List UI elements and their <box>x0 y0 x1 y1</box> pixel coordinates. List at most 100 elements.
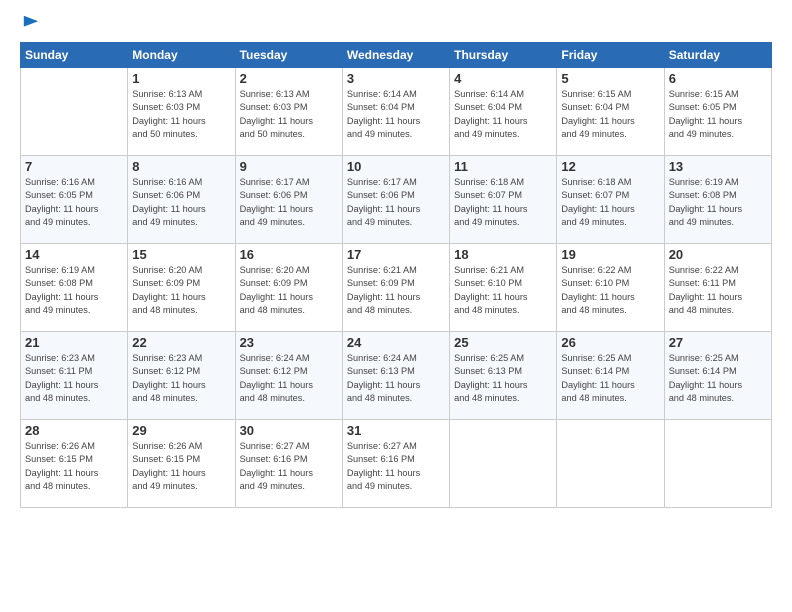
calendar-header-saturday: Saturday <box>664 43 771 68</box>
day-info: Sunrise: 6:26 AM Sunset: 6:15 PM Dayligh… <box>132 440 230 493</box>
day-info: Sunrise: 6:18 AM Sunset: 6:07 PM Dayligh… <box>454 176 552 229</box>
calendar-day-cell: 18 Sunrise: 6:21 AM Sunset: 6:10 PM Dayli… <box>450 244 557 332</box>
day-number: 22 <box>132 335 230 350</box>
day-info: Sunrise: 6:27 AM Sunset: 6:16 PM Dayligh… <box>347 440 445 493</box>
calendar-day-cell: 24 Sunrise: 6:24 AM Sunset: 6:13 PM Dayli… <box>342 332 449 420</box>
day-info: Sunrise: 6:16 AM Sunset: 6:06 PM Dayligh… <box>132 176 230 229</box>
day-number: 28 <box>25 423 123 438</box>
day-info: Sunrise: 6:23 AM Sunset: 6:12 PM Dayligh… <box>132 352 230 405</box>
day-info: Sunrise: 6:25 AM Sunset: 6:13 PM Dayligh… <box>454 352 552 405</box>
day-number: 10 <box>347 159 445 174</box>
calendar-day-cell: 28 Sunrise: 6:26 AM Sunset: 6:15 PM Dayli… <box>21 420 128 508</box>
day-number: 5 <box>561 71 659 86</box>
calendar-day-cell: 17Sunrise: 6:21 AM Sunset: 6:09 PM Dayli… <box>342 244 449 332</box>
calendar-day-cell: 14Sunrise: 6:19 AM Sunset: 6:08 PM Dayli… <box>21 244 128 332</box>
calendar-day-cell: 1 Sunrise: 6:13 AM Sunset: 6:03 PM Daylig… <box>128 68 235 156</box>
day-number: 18 <box>454 247 552 262</box>
day-info: Sunrise: 6:25 AM Sunset: 6:14 PM Dayligh… <box>561 352 659 405</box>
day-info: Sunrise: 6:17 AM Sunset: 6:06 PM Dayligh… <box>347 176 445 229</box>
calendar-header-sunday: Sunday <box>21 43 128 68</box>
day-number: 4 <box>454 71 552 86</box>
day-number: 20 <box>669 247 767 262</box>
calendar-week-row: 7 Sunrise: 6:16 AM Sunset: 6:05 PM Daylig… <box>21 156 772 244</box>
day-number: 14 <box>25 247 123 262</box>
calendar-day-cell: 13 Sunrise: 6:19 AM Sunset: 6:08 PM Dayli… <box>664 156 771 244</box>
calendar-header-friday: Friday <box>557 43 664 68</box>
calendar-day-cell: 10 Sunrise: 6:17 AM Sunset: 6:06 PM Dayli… <box>342 156 449 244</box>
calendar-day-cell: 7 Sunrise: 6:16 AM Sunset: 6:05 PM Daylig… <box>21 156 128 244</box>
day-info: Sunrise: 6:16 AM Sunset: 6:05 PM Dayligh… <box>25 176 123 229</box>
calendar-table: SundayMondayTuesdayWednesdayThursdayFrid… <box>20 42 772 508</box>
day-number: 21 <box>25 335 123 350</box>
day-number: 13 <box>669 159 767 174</box>
calendar-day-cell: 30 Sunrise: 6:27 AM Sunset: 6:16 PM Dayli… <box>235 420 342 508</box>
day-number: 3 <box>347 71 445 86</box>
day-info: Sunrise: 6:14 AM Sunset: 6:04 PM Dayligh… <box>347 88 445 141</box>
day-number: 29 <box>132 423 230 438</box>
day-number: 7 <box>25 159 123 174</box>
calendar-week-row: 21Sunrise: 6:23 AM Sunset: 6:11 PM Dayli… <box>21 332 772 420</box>
calendar-header-wednesday: Wednesday <box>342 43 449 68</box>
day-number: 24 <box>347 335 445 350</box>
day-info: Sunrise: 6:13 AM Sunset: 6:03 PM Dayligh… <box>240 88 338 141</box>
day-number: 30 <box>240 423 338 438</box>
day-info: Sunrise: 6:22 AM Sunset: 6:11 PM Dayligh… <box>669 264 767 317</box>
day-info: Sunrise: 6:18 AM Sunset: 6:07 PM Dayligh… <box>561 176 659 229</box>
day-number: 2 <box>240 71 338 86</box>
calendar-header-tuesday: Tuesday <box>235 43 342 68</box>
day-number: 9 <box>240 159 338 174</box>
day-info: Sunrise: 6:14 AM Sunset: 6:04 PM Dayligh… <box>454 88 552 141</box>
day-number: 23 <box>240 335 338 350</box>
day-number: 27 <box>669 335 767 350</box>
calendar-day-cell: 29 Sunrise: 6:26 AM Sunset: 6:15 PM Dayli… <box>128 420 235 508</box>
day-info: Sunrise: 6:19 AM Sunset: 6:08 PM Dayligh… <box>669 176 767 229</box>
calendar-day-cell: 11 Sunrise: 6:18 AM Sunset: 6:07 PM Dayli… <box>450 156 557 244</box>
logo <box>20 18 40 32</box>
calendar-day-cell: 3 Sunrise: 6:14 AM Sunset: 6:04 PM Daylig… <box>342 68 449 156</box>
day-number: 6 <box>669 71 767 86</box>
day-info: Sunrise: 6:24 AM Sunset: 6:12 PM Dayligh… <box>240 352 338 405</box>
calendar-day-cell: 5 Sunrise: 6:15 AM Sunset: 6:04 PM Daylig… <box>557 68 664 156</box>
calendar-day-cell: 31 Sunrise: 6:27 AM Sunset: 6:16 PM Dayli… <box>342 420 449 508</box>
day-info: Sunrise: 6:26 AM Sunset: 6:15 PM Dayligh… <box>25 440 123 493</box>
day-number: 26 <box>561 335 659 350</box>
day-info: Sunrise: 6:15 AM Sunset: 6:05 PM Dayligh… <box>669 88 767 141</box>
calendar-day-cell: 21Sunrise: 6:23 AM Sunset: 6:11 PM Dayli… <box>21 332 128 420</box>
day-info: Sunrise: 6:22 AM Sunset: 6:10 PM Dayligh… <box>561 264 659 317</box>
header <box>20 18 772 32</box>
day-info: Sunrise: 6:13 AM Sunset: 6:03 PM Dayligh… <box>132 88 230 141</box>
calendar-day-cell <box>450 420 557 508</box>
calendar-day-cell: 12 Sunrise: 6:18 AM Sunset: 6:07 PM Dayli… <box>557 156 664 244</box>
calendar-day-cell: 15 Sunrise: 6:20 AM Sunset: 6:09 PM Dayli… <box>128 244 235 332</box>
day-number: 19 <box>561 247 659 262</box>
day-info: Sunrise: 6:21 AM Sunset: 6:10 PM Dayligh… <box>454 264 552 317</box>
day-number: 31 <box>347 423 445 438</box>
calendar-header-monday: Monday <box>128 43 235 68</box>
calendar-day-cell: 27 Sunrise: 6:25 AM Sunset: 6:14 PM Dayli… <box>664 332 771 420</box>
calendar-header-row: SundayMondayTuesdayWednesdayThursdayFrid… <box>21 43 772 68</box>
day-number: 11 <box>454 159 552 174</box>
page: SundayMondayTuesdayWednesdayThursdayFrid… <box>0 0 792 612</box>
day-info: Sunrise: 6:20 AM Sunset: 6:09 PM Dayligh… <box>240 264 338 317</box>
day-info: Sunrise: 6:21 AM Sunset: 6:09 PM Dayligh… <box>347 264 445 317</box>
calendar-week-row: 14Sunrise: 6:19 AM Sunset: 6:08 PM Dayli… <box>21 244 772 332</box>
calendar-week-row: 28 Sunrise: 6:26 AM Sunset: 6:15 PM Dayli… <box>21 420 772 508</box>
day-info: Sunrise: 6:27 AM Sunset: 6:16 PM Dayligh… <box>240 440 338 493</box>
day-number: 25 <box>454 335 552 350</box>
day-number: 12 <box>561 159 659 174</box>
day-info: Sunrise: 6:15 AM Sunset: 6:04 PM Dayligh… <box>561 88 659 141</box>
day-info: Sunrise: 6:20 AM Sunset: 6:09 PM Dayligh… <box>132 264 230 317</box>
calendar-header-thursday: Thursday <box>450 43 557 68</box>
day-number: 1 <box>132 71 230 86</box>
calendar-day-cell <box>557 420 664 508</box>
calendar-day-cell: 4 Sunrise: 6:14 AM Sunset: 6:04 PM Daylig… <box>450 68 557 156</box>
calendar-day-cell: 26 Sunrise: 6:25 AM Sunset: 6:14 PM Dayli… <box>557 332 664 420</box>
logo-flag-icon <box>22 14 40 32</box>
day-info: Sunrise: 6:25 AM Sunset: 6:14 PM Dayligh… <box>669 352 767 405</box>
day-number: 15 <box>132 247 230 262</box>
day-info: Sunrise: 6:24 AM Sunset: 6:13 PM Dayligh… <box>347 352 445 405</box>
calendar-day-cell: 20 Sunrise: 6:22 AM Sunset: 6:11 PM Dayli… <box>664 244 771 332</box>
calendar-day-cell: 2 Sunrise: 6:13 AM Sunset: 6:03 PM Daylig… <box>235 68 342 156</box>
calendar-day-cell: 8Sunrise: 6:16 AM Sunset: 6:06 PM Daylig… <box>128 156 235 244</box>
calendar-day-cell <box>664 420 771 508</box>
